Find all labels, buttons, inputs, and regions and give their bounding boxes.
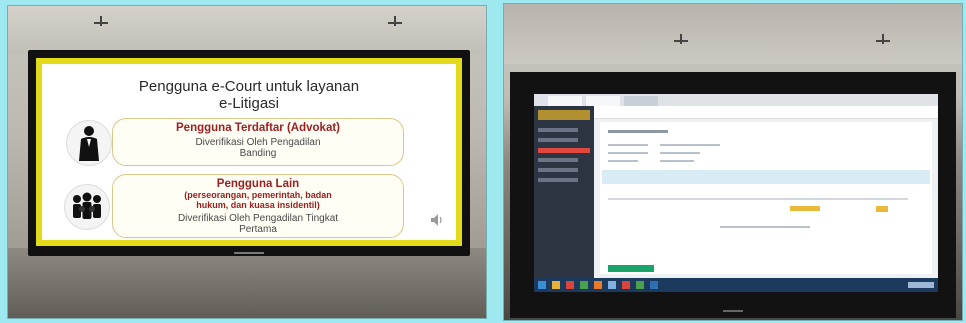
save-button — [608, 265, 654, 272]
wall-bracket — [674, 34, 688, 44]
footnote-text — [720, 226, 810, 228]
speaker-icon — [430, 213, 446, 232]
sidebar-item-active — [538, 148, 590, 153]
form-label — [608, 144, 648, 146]
app-topbar — [594, 106, 938, 119]
others-sub-line1: (perseorangan, pemerintah, badan — [184, 190, 332, 200]
people-group-icon — [64, 184, 110, 230]
form-label — [608, 152, 648, 154]
tv-brand-logo — [234, 252, 264, 254]
browser-tab — [548, 96, 582, 106]
taskbar-app-icon — [594, 281, 602, 289]
others-detail-line1: Diverifikasi Oleh Pengadilan Tingkat — [177, 213, 339, 224]
wall-bracket — [94, 16, 108, 26]
browser-tab — [586, 96, 620, 106]
form-label — [608, 160, 638, 162]
others-heading: Pengguna Lain — [216, 178, 300, 190]
taskbar-clock — [908, 282, 934, 288]
browser-tab-bar — [534, 94, 938, 106]
content-heading — [608, 130, 668, 133]
slide-title-line1: Pengguna e-Court untuk layanan — [138, 78, 360, 95]
ecourt-app-screen — [534, 94, 938, 292]
photo-left-tv-slide: Pengguna e-Court untuk layanan e-Litigas… — [8, 6, 486, 318]
tv-right — [510, 72, 956, 318]
sidebar-item — [538, 178, 578, 182]
app-logo — [538, 110, 590, 120]
form-field — [660, 160, 694, 162]
wall — [8, 6, 486, 54]
wall-bracket — [388, 16, 402, 26]
browser-tab — [624, 96, 658, 106]
slide-title-line2: e-Litigasi — [218, 95, 280, 112]
wall-bracket — [876, 34, 890, 44]
registered-heading: Pengguna Terdaftar (Advokat) — [176, 122, 340, 134]
tv-brand-logo — [723, 310, 743, 312]
wall — [504, 4, 962, 64]
form-field — [660, 144, 720, 146]
slide-screen: Pengguna e-Court untuk layanan e-Litigas… — [42, 64, 456, 240]
sidebar-item — [538, 168, 578, 172]
upload-button — [790, 206, 820, 211]
sidebar-item — [538, 158, 578, 162]
other-user-box: Pengguna Lain (perseorangan, pemerintah,… — [112, 174, 404, 238]
floor — [8, 248, 486, 318]
form-field — [660, 152, 700, 154]
sidebar-item — [538, 138, 578, 142]
others-detail-line2: Pertama — [239, 224, 277, 235]
photo-right-tv-webapp — [504, 4, 962, 320]
taskbar-app-icon — [580, 281, 588, 289]
registered-user-box: Pengguna Terdaftar (Advokat) Diverifikas… — [112, 118, 404, 166]
sidebar-item — [538, 128, 578, 132]
action-button — [876, 206, 888, 212]
app-sidebar — [534, 106, 594, 278]
taskbar-app-icon — [552, 281, 560, 289]
advocate-icon — [66, 120, 112, 166]
slide-title: Pengguna e-Court untuk layanan e-Litigas… — [42, 78, 456, 112]
others-sub-line2: hukum, dan kuasa insidentil) — [196, 200, 320, 210]
start-icon — [538, 281, 546, 289]
slide-bezel: Pengguna e-Court untuk layanan e-Litigas… — [36, 58, 462, 246]
taskbar-app-icon — [566, 281, 574, 289]
taskbar-app-icon — [622, 281, 630, 289]
tv-left: Pengguna e-Court untuk layanan e-Litigas… — [28, 50, 470, 256]
registered-detail-line2: Banding — [239, 148, 277, 159]
registered-detail-line1: Diverifikasi Oleh Pengadilan — [195, 137, 321, 148]
taskbar-app-icon — [608, 281, 616, 289]
table-header — [608, 198, 908, 200]
app-content-panel — [600, 122, 932, 274]
taskbar-app-icon — [650, 281, 658, 289]
windows-taskbar — [534, 278, 938, 292]
taskbar-app-icon — [636, 281, 644, 289]
info-notice — [602, 170, 930, 184]
